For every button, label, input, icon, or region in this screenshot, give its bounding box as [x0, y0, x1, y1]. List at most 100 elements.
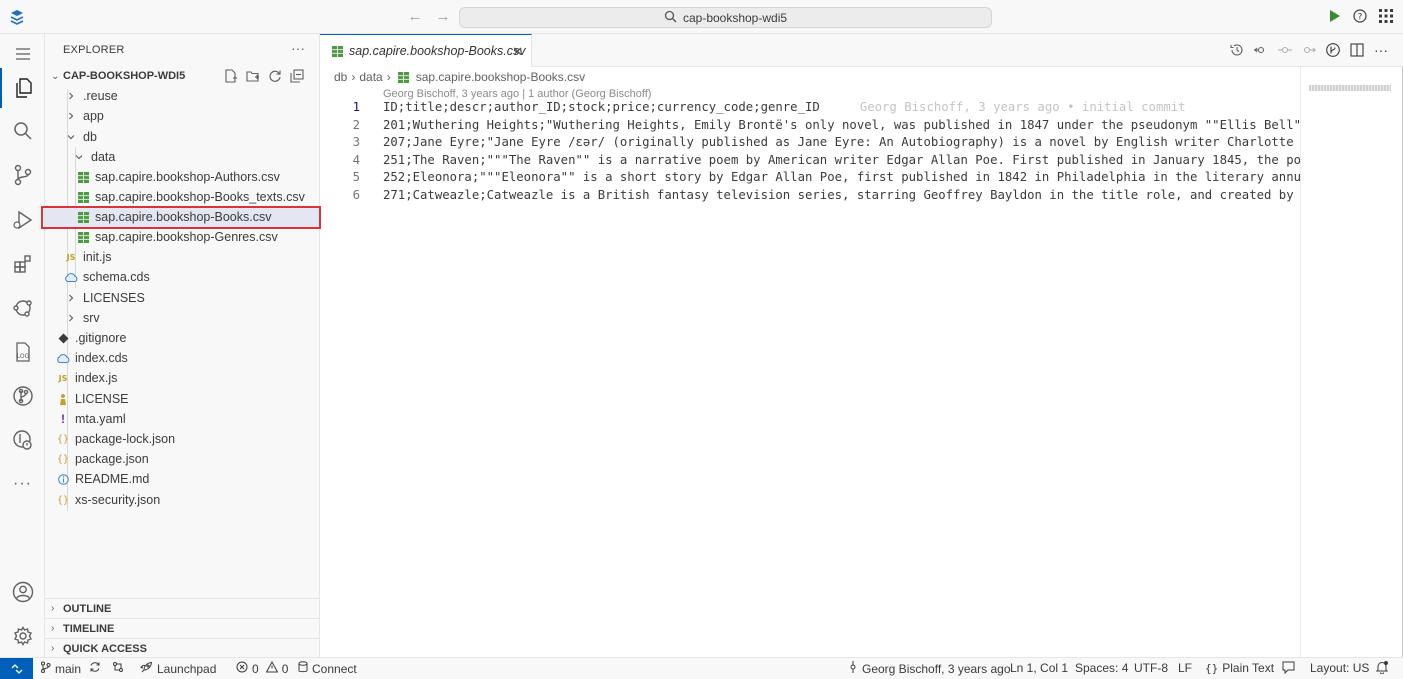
run-icon[interactable]: [1325, 7, 1343, 25]
extensions-icon[interactable]: [0, 244, 45, 284]
cds-cloud-icon: [55, 350, 71, 366]
more-actions-icon[interactable]: ···: [1373, 42, 1389, 58]
tree-item-label: init.js: [83, 250, 112, 264]
indentation-status[interactable]: Spaces: 4: [1075, 661, 1128, 675]
cds-file-row[interactable]: schema.cds: [45, 267, 320, 287]
history-icon[interactable]: [1229, 42, 1245, 58]
run-debug-icon[interactable]: [0, 200, 45, 240]
cursor-position[interactable]: Ln 1, Col 1: [1010, 661, 1068, 675]
section-outline[interactable]: › OUTLINE: [45, 598, 320, 618]
csv-file-icon: [332, 45, 343, 57]
folder-row[interactable]: .reuse: [45, 86, 320, 106]
account-icon[interactable]: [0, 572, 45, 612]
new-folder-icon[interactable]: [245, 68, 261, 84]
line-number: 2: [352, 118, 360, 132]
csv-file-row[interactable]: sap.capire.bookshop-Authors.csv: [45, 167, 320, 187]
git-fork-status[interactable]: [112, 661, 124, 676]
source-control-icon[interactable]: [0, 155, 45, 195]
explorer-header: EXPLORER: [63, 44, 125, 56]
csv-file-row[interactable]: sap.capire.bookshop-Genres.csv: [45, 227, 320, 247]
launchpad-status[interactable]: Launchpad: [140, 661, 216, 677]
keyboard-layout-status[interactable]: Layout: US: [1310, 661, 1369, 675]
eol-status[interactable]: LF: [1178, 661, 1192, 675]
split-editor-icon[interactable]: [1349, 42, 1365, 58]
log-icon[interactable]: LOG: [0, 332, 45, 372]
command-center-search[interactable]: cap-bookshop-wdi5: [459, 7, 992, 28]
rocket-icon: [140, 661, 153, 677]
remote-explorer-icon[interactable]: [0, 288, 45, 328]
folder-row[interactable]: data: [45, 147, 320, 167]
js-file-row[interactable]: JS index.js: [45, 368, 320, 388]
title-bar: ← → cap-bookshop-wdi5 ?: [0, 0, 1403, 34]
language-label: Plain Text: [1222, 661, 1275, 675]
next-change-icon[interactable]: [1301, 42, 1317, 58]
explorer-icon[interactable]: [0, 68, 45, 108]
refresh-icon[interactable]: [267, 68, 283, 84]
js-file-icon: JS: [66, 252, 76, 262]
folder-row[interactable]: app: [45, 106, 320, 126]
tree-item-label: schema.cds: [83, 270, 150, 284]
problems-status[interactable]: 0 0: [236, 660, 288, 676]
cds-file-row[interactable]: index.cds: [45, 348, 320, 368]
breadcrumb-data[interactable]: data: [359, 70, 382, 84]
breadcrumb-db[interactable]: db: [334, 70, 347, 84]
folder-row[interactable]: srv: [45, 308, 320, 328]
tab-books-csv[interactable]: sap.capire.bookshop-Books.csv ✕: [320, 34, 532, 67]
open-changes-icon[interactable]: [1253, 42, 1269, 58]
line-number: 1: [352, 100, 360, 114]
code-editor[interactable]: 1 ID;title;descr;author_ID;stock;price;c…: [320, 100, 1300, 210]
breadcrumb-file[interactable]: sap.capire.bookshop-Books.csv: [416, 70, 585, 84]
json-file-row[interactable]: {} xs-security.json: [45, 490, 320, 510]
forward-arrow-icon[interactable]: →: [434, 8, 452, 25]
more-views-icon[interactable]: ···: [0, 464, 45, 504]
help-icon[interactable]: ?: [1351, 7, 1369, 25]
json-file-row[interactable]: {} package.json: [45, 449, 320, 469]
feedback-icon[interactable]: [1282, 661, 1295, 674]
sync-icon[interactable]: [89, 661, 101, 676]
commit-icon[interactable]: [1277, 42, 1293, 58]
git-graph-icon[interactable]: [0, 376, 45, 416]
yaml-file-row[interactable]: ! mta.yaml: [45, 409, 320, 429]
tree-item-label: README.md: [75, 472, 150, 486]
braces-icon: {}: [1205, 661, 1219, 675]
new-file-icon[interactable]: [223, 68, 239, 84]
remote-indicator-icon[interactable]: [0, 658, 33, 679]
branch-status[interactable]: main: [40, 661, 101, 676]
explorer-more-icon[interactable]: ···: [291, 40, 305, 56]
section-timeline[interactable]: › TIMELINE: [45, 618, 320, 638]
chevron-right-icon: ›: [351, 70, 356, 84]
apps-grid-icon[interactable]: [1377, 7, 1395, 25]
json-braces-icon: {}: [56, 433, 70, 445]
yaml-exclamation-icon: !: [61, 412, 65, 426]
gitignore-file-row[interactable]: .gitignore: [45, 328, 320, 348]
language-status[interactable]: {} Plain Text: [1205, 661, 1274, 675]
search-activity-icon[interactable]: [0, 111, 45, 151]
branch-name: main: [55, 661, 82, 676]
blame-status[interactable]: Georg Bischoff, 3 years ago: [848, 661, 1011, 676]
git-history-icon[interactable]: [0, 420, 45, 460]
line-number: 3: [352, 135, 360, 149]
folder-row[interactable]: LICENSES: [45, 288, 320, 308]
section-quick-access[interactable]: › QUICK ACCESS: [45, 638, 320, 658]
notifications-bell-icon[interactable]: [1376, 661, 1388, 674]
close-icon[interactable]: ✕: [512, 44, 523, 60]
connect-status[interactable]: Connect: [298, 661, 357, 676]
encoding-status[interactable]: UTF-8: [1134, 661, 1168, 675]
code-lens-blame[interactable]: Georg Bischoff, 3 years ago | 1 author (…: [383, 88, 651, 100]
minimap[interactable]: [1300, 67, 1403, 657]
settings-gear-icon[interactable]: [0, 616, 45, 656]
csv-file-row[interactable]: sap.capire.bookshop-Books_texts.csv: [45, 187, 320, 207]
json-file-row[interactable]: {} package-lock.json: [45, 429, 320, 449]
code-line: 1 ID;title;descr;author_ID;stock;price;c…: [320, 100, 1300, 118]
back-arrow-icon[interactable]: ←: [406, 8, 424, 25]
folder-row[interactable]: db: [45, 127, 320, 147]
js-file-row[interactable]: JS init.js: [45, 247, 320, 267]
git-compare-icon: [112, 661, 124, 676]
markdown-file-row[interactable]: README.md: [45, 469, 320, 489]
license-file-row[interactable]: LICENSE: [45, 389, 320, 409]
branch-icon: [40, 661, 51, 676]
git-lens-icon[interactable]: [1325, 42, 1341, 58]
collapse-all-icon[interactable]: [289, 68, 305, 84]
license-person-icon: [55, 391, 71, 407]
git-diamond-icon: [55, 330, 71, 346]
